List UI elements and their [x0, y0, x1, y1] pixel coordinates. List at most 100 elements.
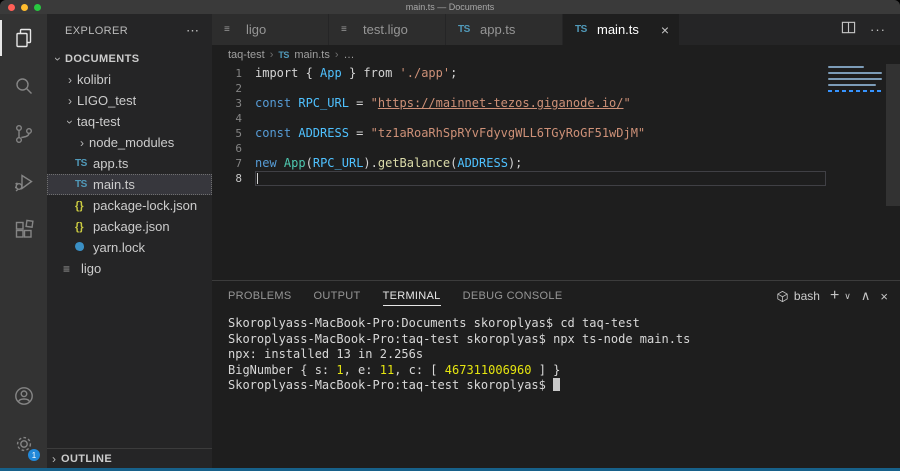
- explorer-icon[interactable]: [0, 14, 47, 62]
- tree-item[interactable]: TSmain.ts: [47, 174, 212, 195]
- json-file-icon: {}: [75, 200, 93, 212]
- breadcrumb-segment[interactable]: …: [344, 49, 355, 61]
- tree-item-label: kolibri: [77, 72, 111, 87]
- close-tab-icon[interactable]: ×: [659, 22, 671, 38]
- code-text: new App(RPC_URL).getBalance(ADDRESS);: [255, 156, 826, 171]
- ts-file-icon: TS: [278, 50, 294, 60]
- shell-selector[interactable]: bash: [776, 289, 820, 303]
- tree-item[interactable]: {}package-lock.json: [47, 195, 212, 216]
- code-token: ;: [450, 66, 457, 80]
- line-number: 6: [212, 141, 255, 156]
- settings-gear-icon[interactable]: 1: [0, 420, 47, 468]
- breadcrumb-segment[interactable]: TSmain.ts: [278, 49, 329, 61]
- breadcrumb-label: taq-test: [228, 49, 265, 61]
- close-panel-icon[interactable]: ×: [880, 289, 888, 304]
- bottom-panel: PROBLEMS OUTPUT TERMINAL DEBUG CONSOLE bash…: [212, 280, 900, 468]
- panel-tab-terminal[interactable]: TERMINAL: [383, 286, 441, 306]
- sidebar-title: EXPLORER: [65, 25, 128, 37]
- ts-file-icon: TS: [75, 179, 93, 190]
- breadcrumb-separator: ›: [335, 49, 339, 61]
- tree-item-label: app.ts: [93, 156, 128, 171]
- code-line: 5const ADDRESS = "tz1aRoaRhSpRYvFdyvgWLL…: [212, 126, 900, 141]
- code-token: const: [255, 96, 291, 110]
- code-token: https://mainnet-tezos.giganode.io/: [378, 96, 624, 110]
- terminal-line: Skoroplyass-MacBook-Pro:taq-test skoropl…: [228, 378, 900, 394]
- code-token: RPC_URL: [313, 156, 364, 170]
- tree-item-label: package.json: [93, 219, 170, 234]
- tree-item[interactable]: TSapp.ts: [47, 153, 212, 174]
- outline-section[interactable]: › OUTLINE: [47, 448, 212, 468]
- terminal-cube-icon: [776, 290, 789, 303]
- chevron-right-icon: ›: [63, 73, 77, 87]
- editor-tab-test.ligo[interactable]: ≡test.ligo: [329, 14, 446, 45]
- tree-item[interactable]: ›node_modules: [47, 132, 212, 153]
- panel-header: PROBLEMS OUTPUT TERMINAL DEBUG CONSOLE bash…: [212, 281, 900, 311]
- title-bar: main.ts — Documents: [0, 0, 900, 14]
- breadcrumb-label: …: [344, 49, 355, 61]
- code-token: RPC_URL: [298, 96, 349, 110]
- split-editor-icon[interactable]: [841, 20, 856, 40]
- ts-file-icon: TS: [75, 158, 93, 169]
- editor-more-actions-icon[interactable]: ···: [870, 22, 886, 37]
- code-token: ADDRESS: [298, 126, 349, 140]
- search-icon[interactable]: [0, 62, 47, 110]
- run-and-debug-icon[interactable]: [0, 158, 47, 206]
- shell-label: bash: [794, 289, 820, 303]
- tree-item[interactable]: ›DOCUMENTS: [47, 48, 212, 69]
- editor-tab-app.ts[interactable]: TSapp.ts: [446, 14, 563, 45]
- terminal-output[interactable]: Skoroplyass-MacBook-Pro:Documents skorop…: [212, 311, 900, 468]
- line-number: 2: [212, 81, 255, 96]
- account-icon[interactable]: [0, 372, 47, 420]
- editor-tab-bar: ≡ligo≡test.ligoTSapp.tsTSmain.ts× ···: [212, 14, 900, 45]
- panel-tab-output[interactable]: OUTPUT: [314, 286, 361, 306]
- terminal-text: 467311006960: [445, 363, 532, 377]
- source-control-icon[interactable]: [0, 110, 47, 158]
- tree-item[interactable]: ›LIGO_test: [47, 90, 212, 111]
- minimap[interactable]: [828, 66, 886, 93]
- chevron-right-icon: ›: [47, 452, 61, 466]
- tree-item-label: taq-test: [77, 114, 120, 129]
- tree-item[interactable]: yarn.lock: [47, 237, 212, 258]
- code-token: ).: [363, 156, 377, 170]
- terminal-text: Skoroplyass-MacBook-Pro:Documents skorop…: [228, 316, 640, 330]
- code-editor[interactable]: 1import { App } from './app';23const RPC…: [212, 64, 900, 280]
- ts-file-icon: TS: [575, 24, 597, 35]
- breadcrumb-segment[interactable]: taq-test: [228, 49, 265, 61]
- terminal-text: ] }: [531, 363, 560, 377]
- maximize-panel-icon[interactable]: ∧: [861, 288, 871, 304]
- code-token: const: [255, 126, 291, 140]
- new-terminal-button[interactable]: +: [830, 287, 839, 305]
- code-token: [277, 156, 284, 170]
- tree-item[interactable]: ›taq-test: [47, 111, 212, 132]
- sidebar-more-icon[interactable]: ⋯: [186, 23, 200, 39]
- extensions-icon[interactable]: [0, 206, 47, 254]
- tree-item[interactable]: ›kolibri: [47, 69, 212, 90]
- code-line: 8: [212, 171, 900, 186]
- tree-item-label: package-lock.json: [93, 198, 197, 213]
- code-token: ": [624, 96, 631, 110]
- tree-item[interactable]: ≡ligo: [47, 258, 212, 279]
- terminal-dropdown-icon[interactable]: ∨: [844, 291, 851, 302]
- tree-item-label: yarn.lock: [93, 240, 145, 255]
- line-number: 1: [212, 66, 255, 81]
- window-title: main.ts — Documents: [0, 2, 900, 12]
- code-token: App: [320, 66, 342, 80]
- code-line: 4: [212, 111, 900, 126]
- code-text: const RPC_URL = "https://mainnet-tezos.g…: [255, 96, 826, 111]
- editor-tab-main.ts[interactable]: TSmain.ts×: [563, 14, 680, 45]
- terminal-text: 1: [336, 363, 343, 377]
- minimap-line: [828, 87, 886, 89]
- tree-item-label: LIGO_test: [77, 93, 136, 108]
- editor-scrollbar[interactable]: [886, 64, 900, 206]
- editor-tab-ligo[interactable]: ≡ligo: [212, 14, 329, 45]
- tab-label: ligo: [246, 22, 266, 37]
- terminal-text: Skoroplyass-MacBook-Pro:taq-test skoropl…: [228, 378, 553, 392]
- terminal-text: 11: [380, 363, 394, 377]
- tree-item[interactable]: {}package.json: [47, 216, 212, 237]
- terminal-line: BigNumber { s: 1, e: 11, c: [ 4673110069…: [228, 363, 900, 379]
- text-cursor: [257, 173, 258, 184]
- line-number: 8: [212, 171, 255, 186]
- chevron-down-icon: ›: [63, 115, 77, 129]
- panel-tab-debug-console[interactable]: DEBUG CONSOLE: [463, 286, 563, 306]
- panel-tab-problems[interactable]: PROBLEMS: [228, 286, 292, 306]
